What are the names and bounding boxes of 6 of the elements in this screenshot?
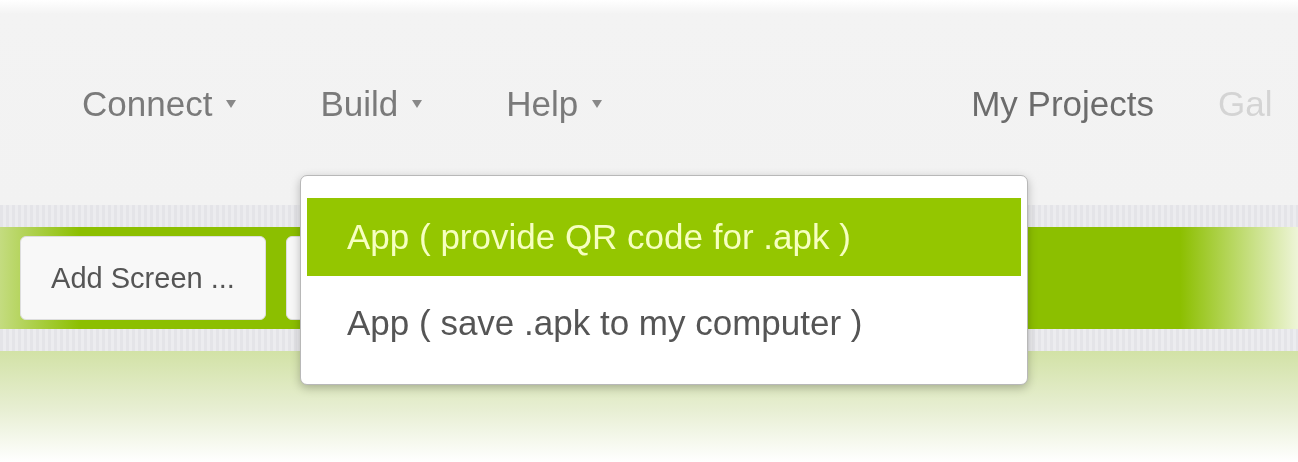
menu-link[interactable]: Help xyxy=(506,84,603,124)
add-screen-button[interactable]: Add Screen ... xyxy=(20,236,266,320)
menu-item[interactable]: App ( save .apk to my computer ) xyxy=(307,284,1021,362)
menu-link[interactable]: Connect xyxy=(82,84,237,124)
menu-link[interactable]: Build xyxy=(320,84,423,124)
nav-link[interactable]: My Projects xyxy=(971,84,1154,124)
